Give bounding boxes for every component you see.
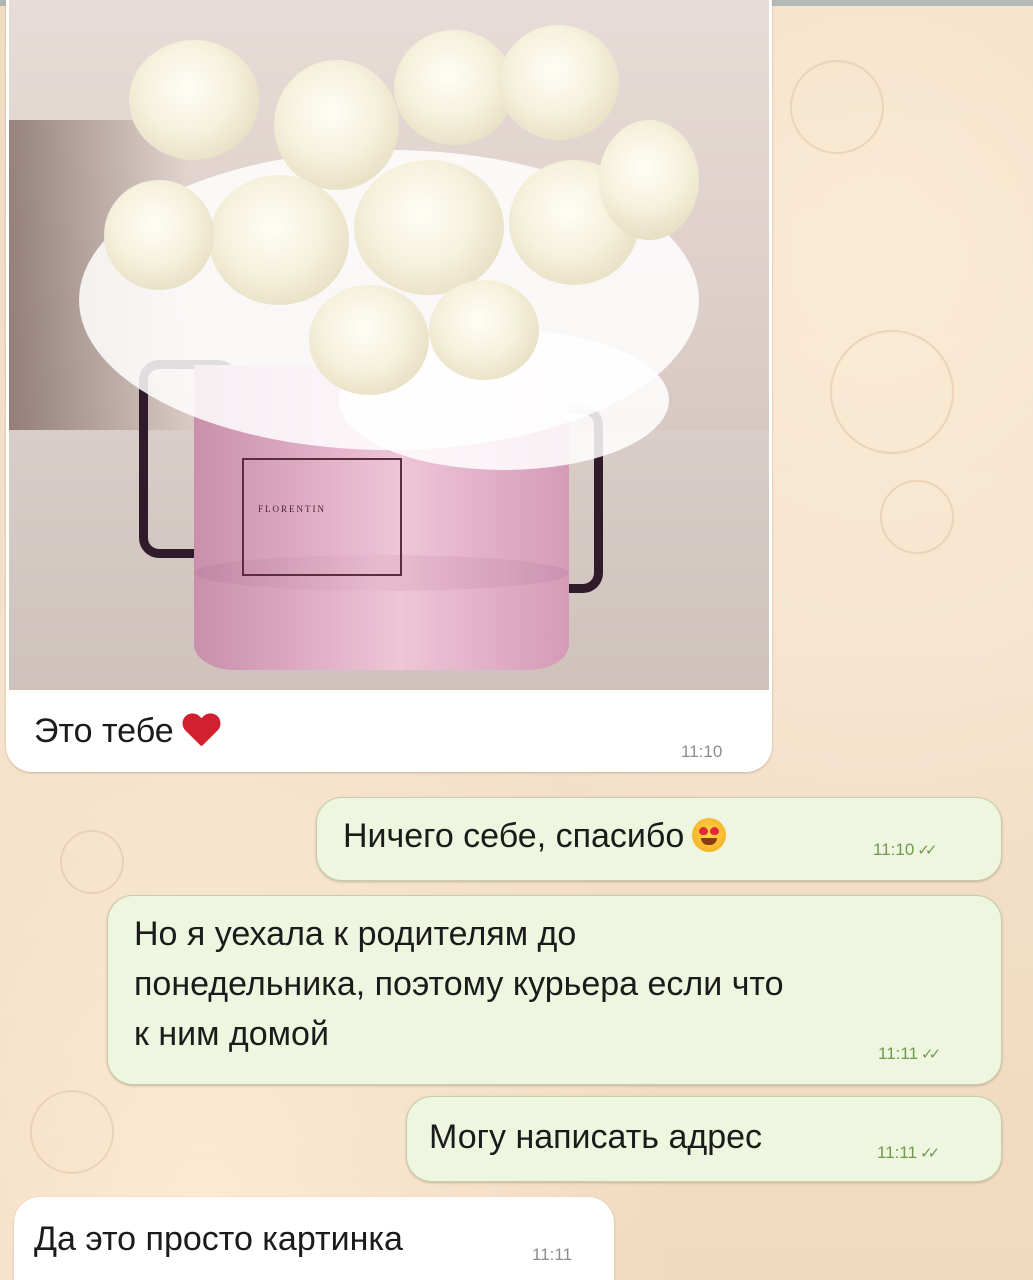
heart-eyes-emoji-icon — [692, 818, 727, 852]
read-ticks-icon: ✓✓ — [917, 842, 937, 859]
message-line: к ним домой — [134, 1015, 329, 1053]
photo-message-bubble[interactable]: FLORENTIN Это тебе 11:10 — [6, 0, 772, 772]
message-time: 11:11 — [532, 1245, 573, 1264]
message-text: Могу написать адрес — [429, 1118, 763, 1156]
outgoing-message-bubble[interactable]: Но я уехала к родителям до понедельника,… — [107, 895, 1002, 1085]
box-brand-label: FLORENTIN — [242, 458, 402, 576]
message-text: Ничего себе, спасибо — [343, 817, 685, 855]
outgoing-message-bubble[interactable]: Ничего себе, спасибо 11:10 ✓✓ — [316, 797, 1002, 881]
flower-box-photo[interactable]: FLORENTIN — [9, 0, 769, 690]
outgoing-message-bubble[interactable]: Могу написать адрес 11:11 ✓✓ — [406, 1096, 1002, 1182]
message-time-status: 11:10 ✓✓ — [873, 840, 937, 859]
message-line: понедельника, поэтому курьера если что — [134, 965, 784, 1003]
photo-caption: Это тебе — [34, 712, 220, 751]
message-time-status: 11:11 ✓✓ — [878, 1044, 941, 1063]
read-ticks-icon: ✓✓ — [921, 1046, 941, 1063]
incoming-message-bubble[interactable]: Да это просто картинка 11:11 — [14, 1197, 614, 1280]
message-line: Но я уехала к родителям до — [134, 915, 577, 953]
message-text: Да это просто картинка — [34, 1220, 403, 1258]
message-time: 11:10 — [681, 742, 723, 761]
caption-text: Это тебе — [34, 712, 174, 750]
red-heart-icon — [182, 714, 220, 748]
read-ticks-icon: ✓✓ — [920, 1145, 940, 1162]
message-time-status: 11:11 ✓✓ — [877, 1143, 940, 1162]
